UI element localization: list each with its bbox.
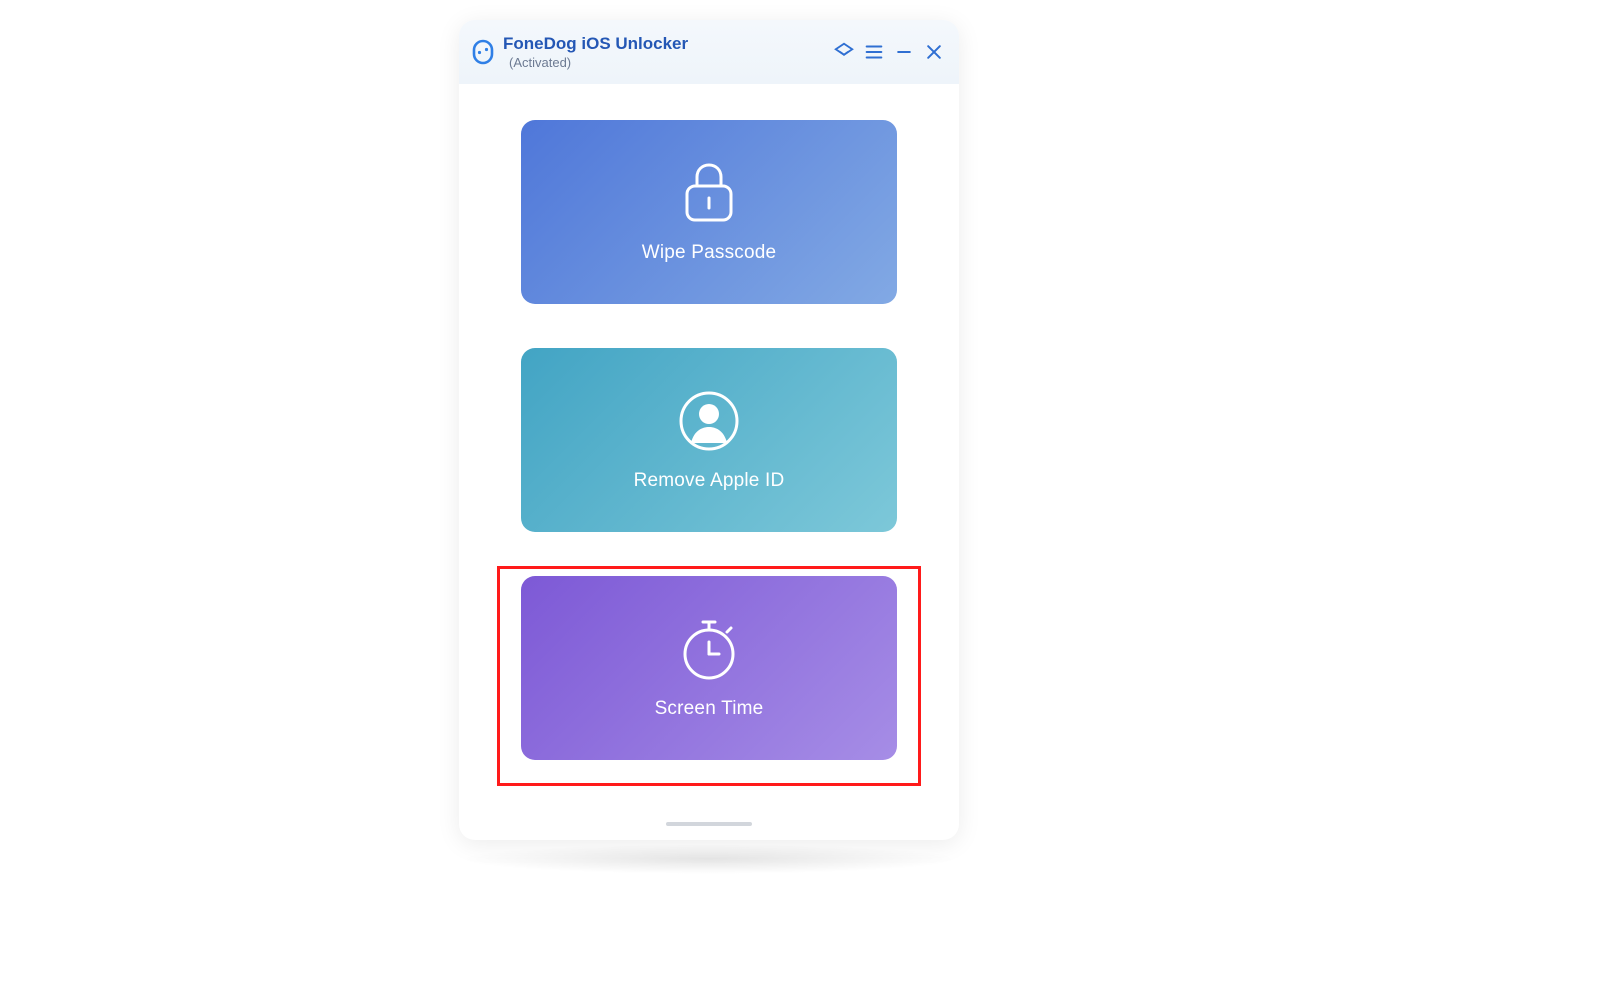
stopwatch-icon [676, 616, 742, 682]
content-area: Wipe Passcode Remove Apple ID [459, 84, 959, 840]
app-title: FoneDog iOS Unlocker [503, 34, 688, 54]
remove-apple-id-label: Remove Apple ID [634, 470, 785, 492]
drag-handle[interactable] [666, 822, 752, 826]
wipe-passcode-card[interactable]: Wipe Passcode [521, 120, 897, 304]
app-logo-icon [469, 38, 497, 66]
avatar-icon [676, 388, 742, 454]
screen-time-label: Screen Time [655, 698, 764, 720]
screen-time-card[interactable]: Screen Time [521, 576, 897, 760]
remove-apple-id-card[interactable]: Remove Apple ID [521, 348, 897, 532]
close-button[interactable] [921, 39, 947, 65]
key-button[interactable] [831, 39, 857, 65]
title-controls [831, 20, 947, 84]
title-text-block: FoneDog iOS Unlocker (Activated) [503, 34, 688, 71]
lock-icon [676, 160, 742, 226]
window-shadow [459, 844, 959, 874]
wipe-passcode-label: Wipe Passcode [642, 242, 777, 264]
license-status: (Activated) [509, 55, 688, 71]
app-window: FoneDog iOS Unlocker (Activated) [459, 20, 959, 840]
minimize-button[interactable] [891, 39, 917, 65]
title-bar: FoneDog iOS Unlocker (Activated) [459, 20, 959, 84]
menu-button[interactable] [861, 39, 887, 65]
